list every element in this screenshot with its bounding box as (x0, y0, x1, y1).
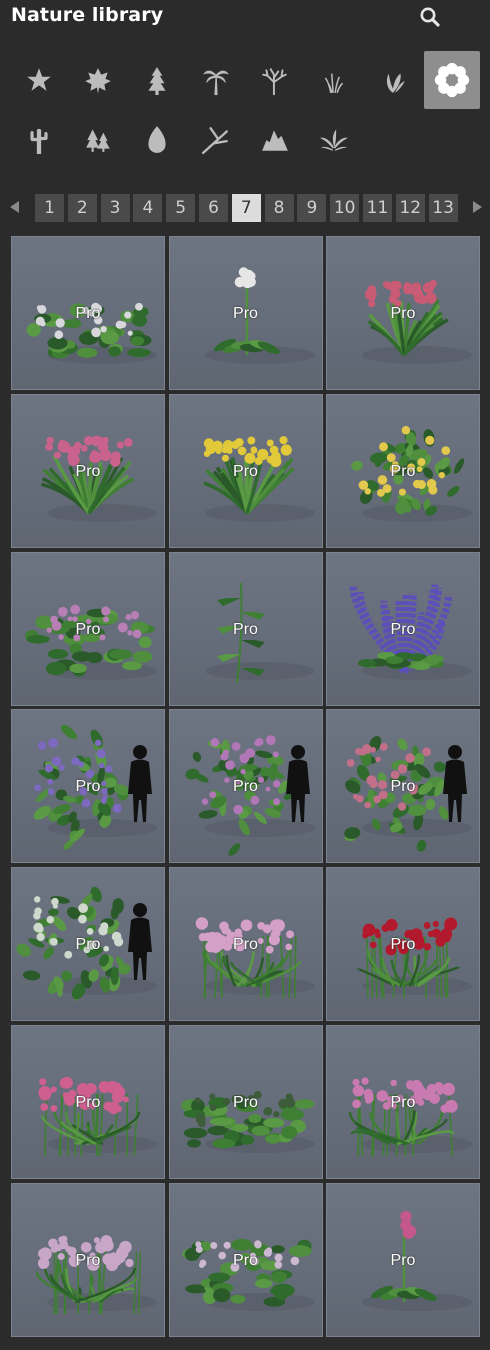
page-6[interactable]: 6 (199, 194, 228, 222)
pro-badge: Pro (75, 462, 101, 480)
page-7[interactable]: 7 (231, 194, 261, 222)
category-rocks[interactable] (247, 110, 303, 168)
category-favorites[interactable] (11, 51, 67, 109)
plant-icon (386, 73, 405, 93)
plant-tile[interactable]: Pro (326, 393, 480, 548)
grass-icon (324, 73, 344, 94)
search-icon[interactable] (419, 6, 441, 28)
page-12[interactable]: 12 (395, 194, 425, 222)
plant-tile[interactable]: Pro (11, 709, 165, 864)
pro-badge: Pro (390, 936, 416, 954)
pro-badge: Pro (390, 462, 416, 480)
conifer-icon (148, 67, 166, 95)
pro-badge: Pro (390, 1094, 416, 1111)
page-9[interactable]: 9 (297, 194, 327, 222)
pro-badge: Pro (75, 1251, 101, 1269)
pro-badge: Pro (233, 462, 258, 480)
pro-badge: Pro (233, 1094, 258, 1111)
category-single-leaf[interactable] (129, 110, 185, 168)
page-title: Nature library (11, 4, 164, 26)
forest-icon (86, 129, 110, 152)
plant-tile[interactable]: Pro (11, 1025, 165, 1179)
category-bare-tree[interactable] (247, 51, 303, 109)
plant-tile[interactable]: Pro (326, 709, 480, 864)
plant-tile[interactable]: Pro (326, 867, 480, 1022)
pro-badge: Pro (233, 1251, 258, 1269)
header: Nature library (0, 0, 490, 34)
pro-badge: Pro (75, 620, 101, 638)
pro-badge: Pro (75, 936, 101, 954)
category-forest[interactable] (70, 110, 126, 168)
plant-tile[interactable]: Pro (168, 867, 323, 1022)
prev-page-icon[interactable] (7, 199, 23, 215)
pro-badge: Pro (233, 778, 258, 796)
category-flower[interactable] (424, 51, 480, 109)
page-2[interactable]: 2 (67, 194, 97, 222)
plant-tile[interactable]: Pro (168, 236, 323, 390)
category-leaf-maple[interactable] (70, 51, 126, 109)
single-leaf-icon (148, 126, 166, 153)
pro-badge: Pro (390, 1251, 416, 1269)
palm-icon (203, 70, 229, 95)
pro-badge: Pro (233, 936, 258, 954)
pro-badge: Pro (390, 778, 416, 796)
category-palm[interactable] (188, 51, 244, 109)
bare-tree-icon (262, 68, 287, 95)
category-branch[interactable] (188, 110, 244, 168)
plant-tile[interactable]: Pro (11, 236, 165, 390)
page-4[interactable]: 4 (133, 194, 163, 222)
page-3[interactable]: 3 (100, 194, 130, 222)
category-fern[interactable] (306, 110, 362, 168)
pro-badge: Pro (390, 620, 416, 638)
plant-tile[interactable]: Pro (168, 551, 323, 706)
favorites-icon (27, 68, 51, 91)
plant-tile[interactable]: Pro (168, 709, 323, 864)
pro-badge: Pro (75, 778, 101, 796)
pro-badge: Pro (75, 305, 101, 322)
leaf-maple-icon (85, 68, 111, 94)
page-8[interactable]: 8 (264, 194, 294, 222)
pro-badge: Pro (233, 620, 258, 638)
page-10[interactable]: 10 (330, 194, 360, 222)
plant-tile[interactable]: Pro (11, 551, 165, 706)
branch-icon (201, 127, 228, 154)
plant-tile[interactable]: Pro (11, 1182, 165, 1337)
plant-tile[interactable]: Pro (326, 551, 480, 706)
rocks-icon (262, 130, 288, 151)
page-1[interactable]: 1 (35, 194, 64, 222)
plant-tile[interactable]: Pro (168, 393, 323, 548)
plant-tile[interactable]: Pro (168, 1025, 323, 1179)
category-cactus[interactable] (11, 110, 67, 168)
cactus-icon (30, 128, 48, 154)
plant-tile[interactable]: Pro (11, 867, 165, 1022)
plant-tile[interactable]: Pro (168, 1182, 323, 1337)
pro-badge: Pro (75, 1094, 101, 1111)
category-grass[interactable] (306, 51, 362, 109)
plant-tile[interactable]: Pro (326, 1182, 480, 1337)
category-plant[interactable] (365, 51, 421, 109)
page-11[interactable]: 11 (363, 194, 392, 222)
pro-badge: Pro (390, 305, 416, 322)
category-conifer[interactable] (129, 51, 185, 109)
plant-tile[interactable]: Pro (11, 393, 165, 548)
flower-icon (434, 62, 470, 98)
page-5[interactable]: 5 (166, 194, 196, 222)
page-13[interactable]: 13 (428, 194, 458, 222)
plant-tile[interactable]: Pro (326, 236, 480, 390)
fern-icon (320, 129, 348, 151)
next-page-icon[interactable] (469, 199, 485, 215)
pagination: 1 2 3 4 5 6 7 8 9 10 11 12 13 (0, 194, 490, 222)
plant-tile[interactable]: Pro (326, 1025, 480, 1179)
pro-badge: Pro (233, 305, 258, 322)
